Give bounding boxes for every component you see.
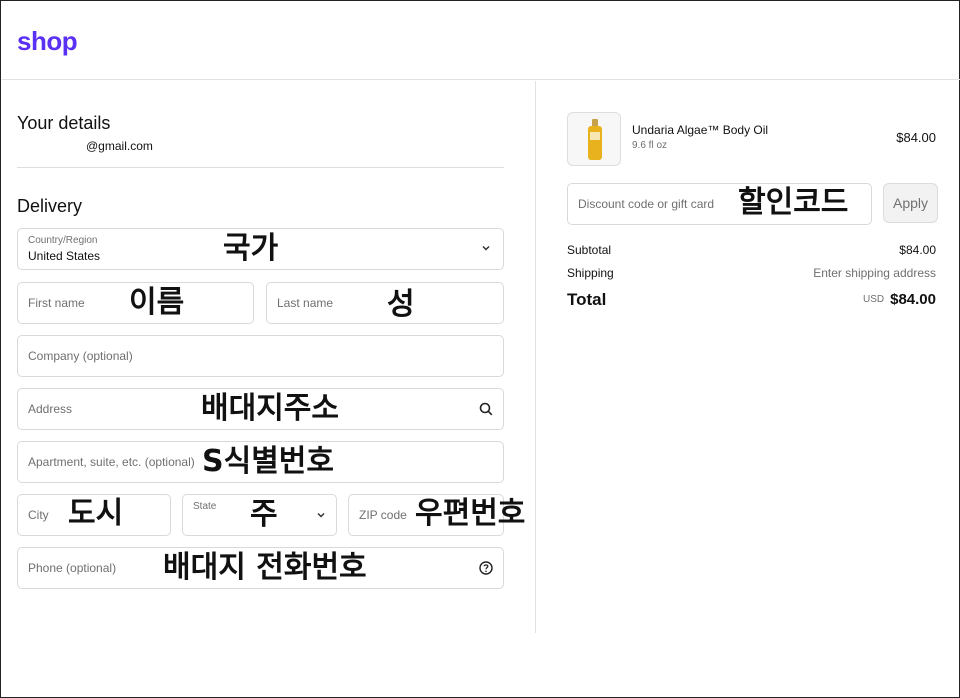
company-input[interactable]: Company (optional)	[17, 335, 504, 377]
first-name-annotation: 이름	[129, 285, 185, 320]
shipping-label: Shipping	[567, 266, 614, 280]
zip-placeholder: ZIP code	[359, 508, 407, 522]
question-circle-icon[interactable]	[479, 561, 493, 580]
country-annotation: 국가	[223, 231, 279, 266]
page-frame: shop Your details @gmail.com Delivery Co…	[0, 0, 960, 698]
first-name-placeholder: First name	[28, 296, 85, 310]
oil-bottle-icon	[588, 119, 602, 160]
product-name: Undaria Algae™ Body Oil	[632, 123, 769, 137]
city-placeholder: City	[28, 508, 49, 522]
delivery-title: Delivery	[17, 196, 83, 216]
address-placeholder: Address	[28, 402, 73, 416]
total-currency: USD	[863, 294, 885, 305]
country-value: United States	[28, 249, 101, 263]
phone-annotation: 배대지 전화번호	[163, 550, 367, 585]
last-name-placeholder: Last name	[277, 296, 334, 310]
total-value: $84.00	[890, 291, 936, 308]
state-label: State	[193, 501, 217, 512]
product-size: 9.6 fl oz	[632, 140, 668, 151]
apartment-annotation: S식별번호	[202, 444, 335, 479]
phone-placeholder: Phone (optional)	[28, 561, 117, 575]
last-name-input[interactable]: Last name	[266, 282, 504, 324]
chevron-down-icon	[481, 242, 491, 256]
apply-button[interactable]: Apply	[883, 183, 938, 223]
details-divider	[17, 167, 504, 168]
apartment-placeholder: Apartment, suite, etc. (optional)	[28, 455, 195, 469]
header: shop	[2, 2, 960, 80]
discount-annotation: 할인코드	[738, 185, 849, 220]
product-thumbnail	[567, 112, 621, 166]
shipping-value: Enter shipping address	[813, 266, 936, 280]
address-annotation: 배대지주소	[201, 391, 339, 426]
chevron-down-icon	[316, 509, 326, 523]
account-email: @gmail.com	[86, 139, 153, 153]
zip-annotation: 우편번호	[415, 496, 526, 531]
company-placeholder: Company (optional)	[28, 349, 133, 363]
last-name-annotation: 성	[387, 287, 415, 322]
search-icon[interactable]	[479, 402, 493, 421]
subtotal-label: Subtotal	[567, 243, 612, 257]
column-divider	[535, 81, 536, 633]
total-label: Total	[567, 290, 607, 309]
country-label: Country/Region	[28, 235, 98, 246]
city-annotation: 도시	[68, 496, 124, 531]
state-annotation: 주	[250, 497, 278, 532]
shop-logo[interactable]: shop	[17, 26, 78, 57]
details-title: Your details	[17, 113, 111, 133]
discount-placeholder: Discount code or gift card	[578, 197, 715, 211]
product-price: $84.00	[896, 130, 936, 145]
subtotal-value: $84.00	[899, 243, 936, 257]
